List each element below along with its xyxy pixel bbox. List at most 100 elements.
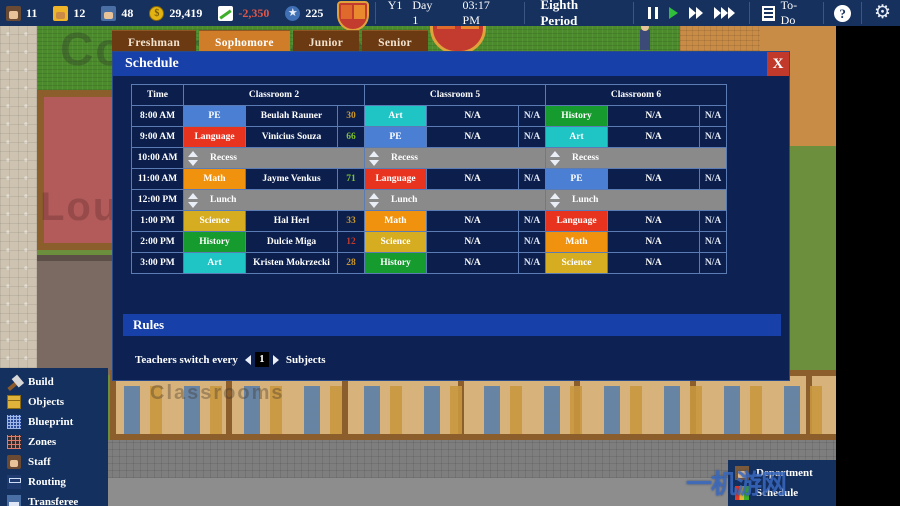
stat-money[interactable]: 29,419: [143, 5, 212, 21]
subject-cell[interactable]: Math: [545, 231, 608, 253]
break-cell[interactable]: Recess: [364, 147, 546, 169]
menu-item-transferee-label: Transferee: [28, 496, 79, 506]
teacher-cell[interactable]: N/A: [607, 105, 700, 127]
break-cell[interactable]: Lunch: [545, 189, 727, 211]
subject-cell[interactable]: Science: [364, 231, 427, 253]
subject-cell[interactable]: Art: [364, 105, 427, 127]
help-icon[interactable]: ?: [834, 4, 851, 22]
school-crest-icon[interactable]: [333, 0, 372, 31]
ground-tiles-lower: [0, 478, 836, 506]
teacher-cell[interactable]: N/A: [426, 105, 519, 127]
student-sprite[interactable]: [640, 23, 650, 50]
subject-cell[interactable]: PE: [183, 105, 246, 127]
stat-students[interactable]: 48: [95, 5, 143, 21]
subject-cell[interactable]: History: [364, 252, 427, 274]
spinner-up-down-icon[interactable]: [549, 150, 562, 167]
pause-icon[interactable]: [647, 7, 658, 19]
left-tool-menu: Build Objects Blueprint Zones Staff Rout…: [0, 368, 108, 506]
teacher-cell[interactable]: N/A: [607, 168, 700, 190]
teacher-cell[interactable]: N/A: [426, 210, 519, 232]
teacher-cell[interactable]: Jayme Venkus: [245, 168, 338, 190]
subject-cell[interactable]: Language: [364, 168, 427, 190]
play-icon[interactable]: [668, 7, 678, 19]
teacher-cell[interactable]: N/A: [607, 126, 700, 148]
teacher-cell[interactable]: Vinicius Souza: [245, 126, 338, 148]
menu-item-zones[interactable]: Zones: [0, 432, 108, 452]
score-cell: N/A: [699, 210, 727, 232]
subject-cell[interactable]: Science: [183, 210, 246, 232]
teacher-cell[interactable]: Dulcie Miga: [245, 231, 338, 253]
subject-cell[interactable]: Art: [545, 126, 608, 148]
menu-item-schedule[interactable]: Schedule: [728, 483, 836, 503]
top-status-bar: 11 12 48 29,419 -2,350 225 Y1 Day: [0, 0, 900, 31]
break-cell[interactable]: Recess: [545, 147, 727, 169]
rule-label-prefix: Teachers switch every: [135, 353, 238, 366]
staff-icon: [7, 455, 21, 469]
score-cell: N/A: [699, 252, 727, 274]
menu-item-objects[interactable]: Objects: [0, 392, 108, 412]
teacher-cell[interactable]: Hal Herl: [245, 210, 338, 232]
chevron-right-icon[interactable]: [272, 354, 279, 365]
column-header-classroom-2: Classroom 2: [183, 84, 365, 106]
day-label: Day 1: [412, 0, 433, 27]
teacher-cell[interactable]: N/A: [426, 252, 519, 274]
score-cell: 66: [337, 126, 365, 148]
menu-item-routing-label: Routing: [28, 476, 66, 488]
stat-prestige[interactable]: 225: [279, 5, 333, 21]
score-cell: N/A: [518, 105, 546, 127]
subject-cell[interactable]: Science: [545, 252, 608, 274]
subject-cell[interactable]: Math: [364, 210, 427, 232]
fastest-forward-icon[interactable]: [713, 7, 735, 19]
teacher-cell[interactable]: N/A: [607, 252, 700, 274]
break-cell[interactable]: Lunch: [364, 189, 546, 211]
chevron-left-icon[interactable]: [244, 354, 251, 365]
table-row: 3:00 PM Art Kristen Mokrzecki 28 History N/A N…: [131, 252, 727, 274]
menu-item-routing[interactable]: Routing: [0, 472, 108, 492]
menu-item-department[interactable]: Department: [728, 463, 836, 483]
spinner-up-down-icon[interactable]: [368, 150, 381, 167]
break-cell[interactable]: Recess: [183, 147, 365, 169]
menu-item-staff-label: Staff: [28, 456, 51, 468]
subject-cell[interactable]: Art: [183, 252, 246, 274]
teacher-cell[interactable]: N/A: [426, 231, 519, 253]
subject-cell[interactable]: PE: [364, 126, 427, 148]
spinner-up-down-icon[interactable]: [187, 192, 200, 209]
student-icon: [101, 5, 117, 21]
divider: [823, 2, 825, 24]
teacher-cell[interactable]: N/A: [426, 168, 519, 190]
subject-cell[interactable]: History: [545, 105, 608, 127]
subject-cell[interactable]: Language: [545, 210, 608, 232]
stat-balance-trend[interactable]: -2,350: [212, 5, 279, 21]
spinner-up-down-icon[interactable]: [187, 150, 200, 167]
trend-icon: [218, 5, 234, 21]
teacher-cell[interactable]: N/A: [607, 231, 700, 253]
subject-cell[interactable]: History: [183, 231, 246, 253]
box-icon: [7, 395, 21, 409]
fast-forward-icon[interactable]: [688, 7, 703, 19]
todo-button[interactable]: To-Do: [752, 0, 821, 28]
subject-cell[interactable]: Math: [183, 168, 246, 190]
schedule-dialog: Schedule X Time Classroom 2 Classroom 5 …: [112, 51, 790, 381]
teacher-cell[interactable]: N/A: [607, 210, 700, 232]
stat-prestige-value: 225: [305, 5, 324, 20]
menu-item-transferee[interactable]: Transferee: [0, 492, 108, 506]
menu-item-build[interactable]: Build: [0, 372, 108, 392]
close-icon[interactable]: X: [767, 52, 789, 76]
menu-item-staff[interactable]: Staff: [0, 452, 108, 472]
stat-workers[interactable]: 12: [47, 5, 95, 21]
teacher-cell[interactable]: Beulah Rauner: [245, 105, 338, 127]
gear-icon[interactable]: [874, 5, 890, 21]
teacher-cell[interactable]: N/A: [426, 126, 519, 148]
menu-item-blueprint[interactable]: Blueprint: [0, 412, 108, 432]
spinner-up-down-icon[interactable]: [368, 192, 381, 209]
stat-teachers[interactable]: 11: [0, 5, 47, 21]
spinner-up-down-icon[interactable]: [549, 192, 562, 209]
subject-cell[interactable]: PE: [545, 168, 608, 190]
row-time-cell: 3:00 PM: [131, 252, 184, 274]
teacher-cell[interactable]: Kristen Mokrzecki: [245, 252, 338, 274]
break-cell[interactable]: Lunch: [183, 189, 365, 211]
subject-count-value[interactable]: 1: [254, 352, 269, 367]
world-label-classrooms: Classrooms: [150, 382, 285, 404]
table-header-row: Time Classroom 2 Classroom 5 Classroom 6: [131, 84, 727, 106]
subject-cell[interactable]: Language: [183, 126, 246, 148]
